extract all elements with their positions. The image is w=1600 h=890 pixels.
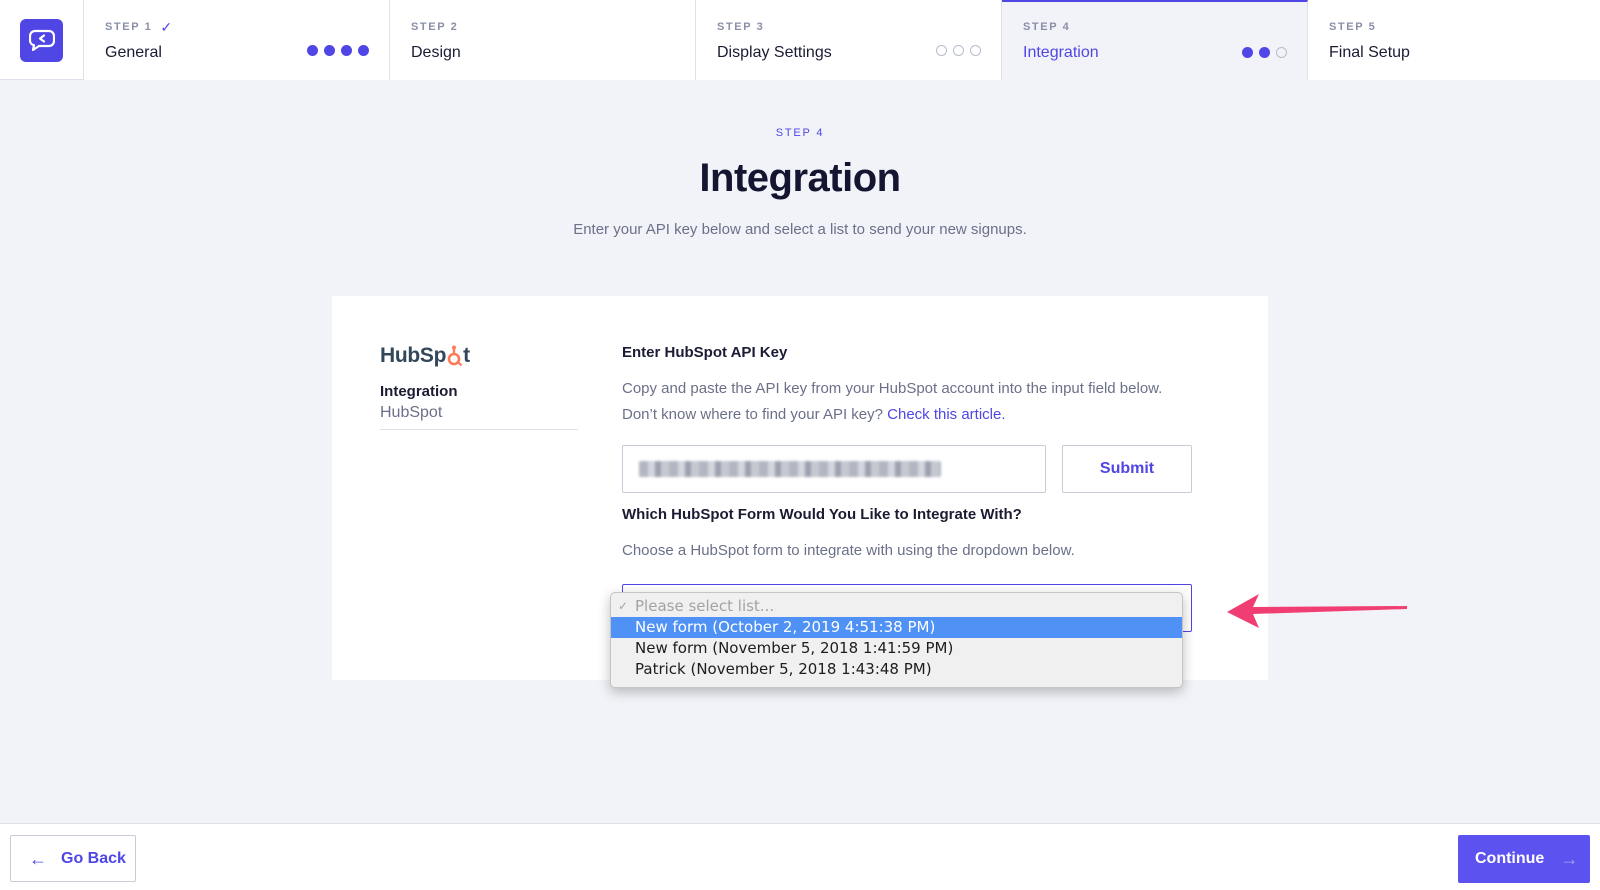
- submit-button[interactable]: Submit: [1062, 445, 1192, 493]
- progress-dot: [1242, 47, 1253, 58]
- dropdown-option-label: New form (November 5, 2018 1:41:59 PM): [635, 639, 954, 657]
- arrow-right-icon: →: [1560, 849, 1579, 869]
- app-logo-badge: [20, 18, 63, 62]
- go-back-label: Go Back: [61, 849, 126, 867]
- form-select-title: Which HubSpot Form Would You Like to Int…: [622, 506, 1022, 523]
- hubspot-logo: HubSp t: [380, 344, 470, 368]
- check-icon: ✓: [160, 18, 173, 35]
- page-subtitle: Enter your API key below and select a li…: [573, 221, 1027, 238]
- progress-dot: [970, 45, 981, 56]
- dropdown-option-label: Patrick (November 5, 2018 1:43:48 PM): [635, 660, 932, 678]
- dropdown-option-label: New form (October 2, 2019 4:51:38 PM): [635, 618, 936, 636]
- step-name: Final Setup: [1329, 44, 1410, 61]
- form-select-dropdown[interactable]: ✓ Please select list... New form (Octobe…: [610, 592, 1183, 688]
- step-general[interactable]: STEP 1 ✓ General: [84, 0, 390, 80]
- sidebar-title: Integration: [380, 383, 458, 400]
- progress-dot: [936, 45, 947, 56]
- step-label: STEP 1 ✓: [105, 18, 369, 35]
- step-number: STEP 3: [717, 21, 765, 33]
- dropdown-option-placeholder[interactable]: ✓ Please select list...: [611, 596, 1182, 617]
- progress-dot: [1276, 47, 1287, 58]
- arrow-left-icon: ←: [29, 848, 47, 869]
- progress-dots: [1242, 47, 1287, 58]
- step-label: STEP 3: [717, 20, 981, 34]
- pointer-arrow-icon: [1227, 594, 1407, 628]
- footer-bar: ← Go Back Continue →: [0, 823, 1600, 890]
- progress-dot: [953, 45, 964, 56]
- progress-dots: [936, 45, 981, 56]
- step-number: STEP 4: [1023, 21, 1071, 33]
- dropdown-option[interactable]: New form (November 5, 2018 1:41:59 PM): [611, 638, 1182, 659]
- chat-back-icon: [28, 29, 55, 51]
- form-select-help: Choose a HubSpot form to integrate with …: [622, 542, 1075, 559]
- step-design[interactable]: STEP 2 Design: [390, 0, 696, 80]
- api-key-help: Copy and paste the API key from your Hub…: [622, 376, 1182, 428]
- divider: [380, 429, 578, 430]
- step-label: STEP 5: [1329, 20, 1580, 34]
- api-key-title: Enter HubSpot API Key: [622, 344, 788, 361]
- progress-dot: [324, 45, 335, 56]
- dropdown-option-label: Please select list...: [635, 597, 775, 615]
- redacted-api-key: [639, 461, 941, 477]
- step-label: STEP 2: [411, 20, 675, 34]
- step-number: STEP 5: [1329, 21, 1377, 33]
- continue-label: Continue: [1475, 850, 1545, 867]
- go-back-button[interactable]: ← Go Back: [10, 835, 136, 882]
- step-number: STEP 2: [411, 21, 459, 33]
- step-display-settings[interactable]: STEP 3 Display Settings: [696, 0, 1002, 80]
- help-article-link[interactable]: Check this article.: [887, 406, 1005, 423]
- hubspot-sprocket-icon: [447, 345, 463, 367]
- progress-dot: [358, 45, 369, 56]
- step-name: Design: [411, 44, 461, 61]
- progress-dot: [341, 45, 352, 56]
- progress-dot: [307, 45, 318, 56]
- api-key-input[interactable]: [622, 445, 1046, 493]
- step-integration[interactable]: STEP 4 Integration: [1002, 0, 1308, 80]
- progress-dots: [307, 45, 369, 56]
- step-number: STEP 1: [105, 21, 153, 33]
- step-final-setup[interactable]: STEP 5 Final Setup: [1308, 0, 1600, 80]
- step-label: STEP 4: [1023, 20, 1287, 34]
- step-bar: STEP 1 ✓ General STEP 2 Design STEP 3 Di…: [0, 0, 1600, 80]
- progress-dot: [1259, 47, 1270, 58]
- continue-button[interactable]: Continue →: [1458, 835, 1590, 883]
- page-title: Integration: [699, 156, 901, 200]
- sidebar-subtitle: HubSpot: [380, 404, 443, 421]
- checkmark-icon: ✓: [618, 599, 629, 613]
- dropdown-option[interactable]: New form (October 2, 2019 4:51:38 PM): [611, 617, 1182, 638]
- app-logo[interactable]: [0, 0, 84, 80]
- dropdown-option[interactable]: Patrick (November 5, 2018 1:43:48 PM): [611, 659, 1182, 680]
- hubspot-logo-text: t: [463, 344, 470, 367]
- hubspot-logo-text: HubSp: [380, 344, 447, 367]
- page-step-label: STEP 4: [775, 127, 825, 139]
